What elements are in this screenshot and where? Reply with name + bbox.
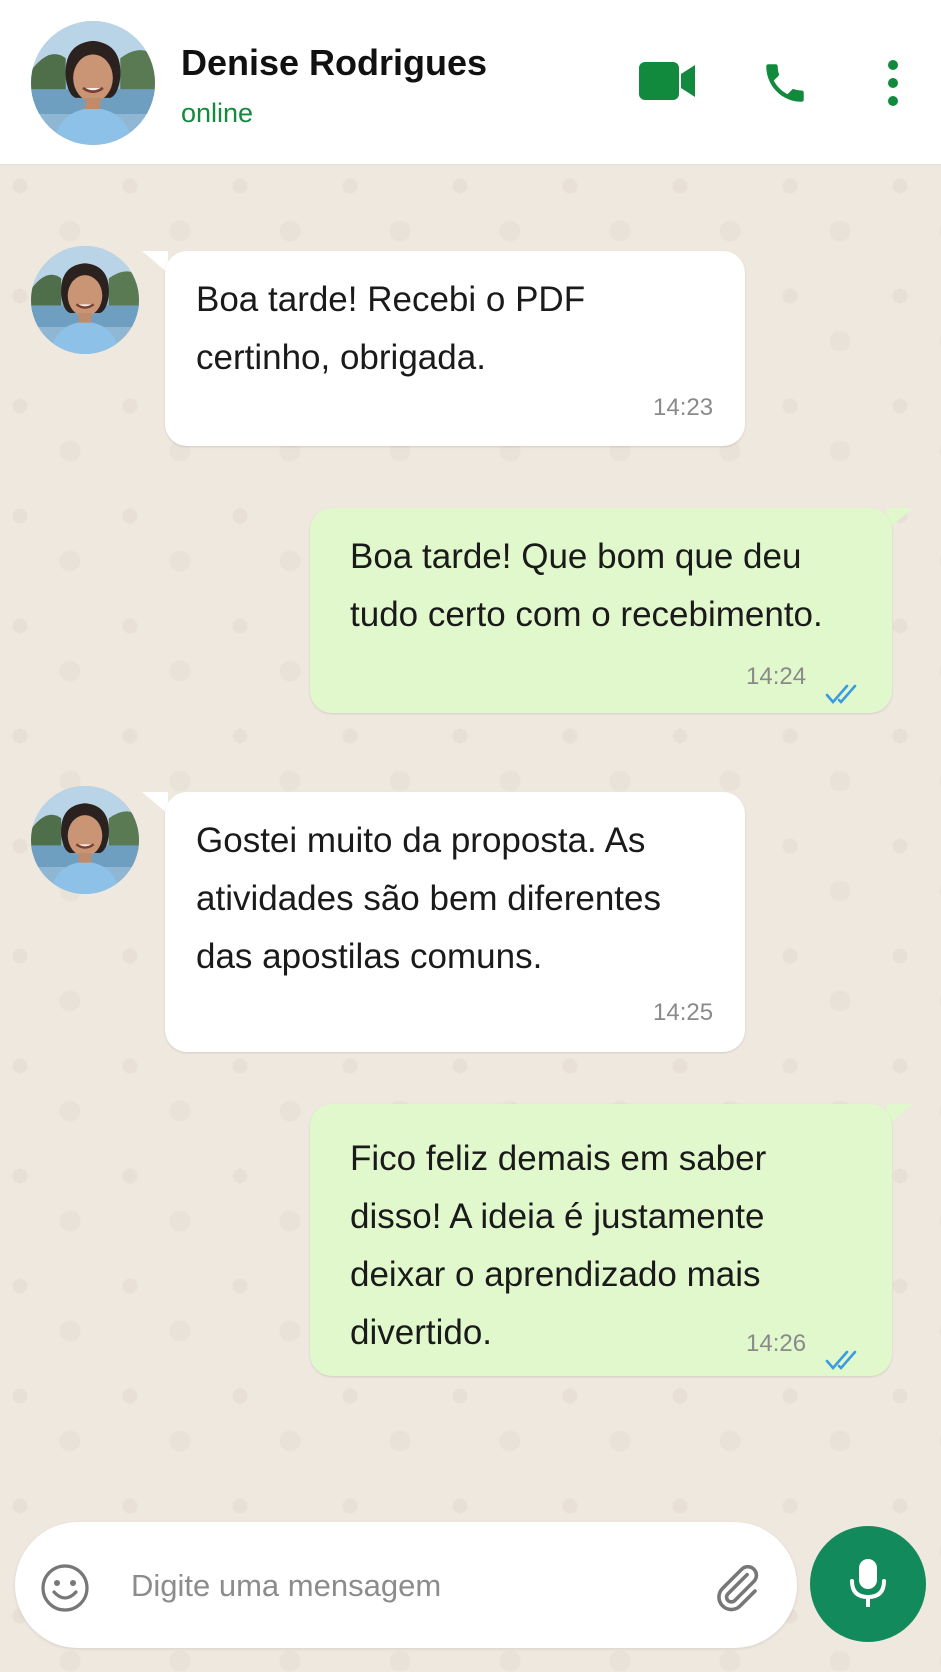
contact-status: online: [181, 98, 254, 128]
microphone-button[interactable]: [810, 1526, 926, 1642]
incoming-message[interactable]: Gostei muito da proposta. As atividades …: [165, 792, 745, 1052]
message-time: 14:25: [653, 999, 714, 1026]
read-receipt-icon: [825, 666, 863, 724]
emoji-icon[interactable]: [39, 1562, 91, 1619]
read-receipt-icon: [825, 1332, 863, 1390]
incoming-message[interactable]: Boa tarde! Recebi o PDF certinho, obriga…: [165, 251, 745, 446]
more-options-icon[interactable]: [884, 58, 902, 113]
attachment-icon[interactable]: [710, 1560, 764, 1619]
voice-call-icon[interactable]: [760, 58, 810, 113]
bubble-tail: [142, 251, 168, 273]
message-time: 14:26: [746, 1330, 807, 1357]
message-text: Boa tarde! Recebi o PDF certinho, obriga…: [196, 280, 586, 377]
message-input[interactable]: [131, 1562, 691, 1610]
bubble-tail: [142, 792, 168, 814]
video-call-icon[interactable]: [637, 60, 697, 107]
message-time: 14:24: [746, 663, 807, 690]
microphone-icon: [847, 1557, 889, 1616]
outgoing-message[interactable]: Fico feliz demais em saber disso! A idei…: [310, 1104, 892, 1376]
outgoing-message[interactable]: Boa tarde! Que bom que deu tudo certo co…: [310, 508, 892, 713]
sender-avatar[interactable]: [31, 786, 139, 894]
contact-name[interactable]: Denise Rodrigues: [181, 42, 487, 84]
message-time: 14:23: [653, 394, 714, 421]
chat-header: Denise Rodrigues online: [0, 0, 941, 165]
message-text: Gostei muito da proposta. As atividades …: [196, 821, 661, 976]
message-text: Boa tarde! Que bom que deu tudo certo co…: [350, 537, 823, 634]
contact-avatar[interactable]: [31, 21, 155, 145]
message-text: Fico feliz demais em saber disso! A idei…: [350, 1139, 767, 1352]
sender-avatar[interactable]: [31, 246, 139, 354]
message-composer: [15, 1522, 797, 1648]
